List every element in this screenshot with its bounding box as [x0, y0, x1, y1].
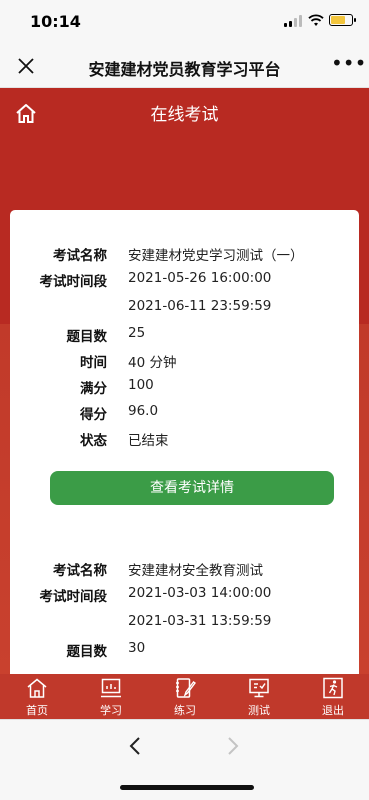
tab-label: 练习: [174, 704, 196, 717]
status-row: 状态 已结束: [10, 427, 359, 451]
field-label: 考试时间段: [39, 589, 108, 605]
field-value: 2021-03-31 13:59:59: [128, 613, 272, 629]
question-count-row: 题目数 30: [10, 638, 359, 662]
field-value: 100: [128, 377, 154, 393]
field-label: 得分: [80, 407, 107, 423]
field-label: 考试时间段: [39, 274, 108, 290]
more-icon[interactable]: •••: [331, 53, 366, 74]
tab-study[interactable]: 学习: [74, 674, 148, 719]
tab-test[interactable]: 测试: [222, 674, 296, 719]
field-label: 状态: [80, 433, 107, 449]
status-bar: 10:14: [0, 0, 369, 44]
notebook-pen-icon: [176, 678, 196, 698]
battery-icon: [329, 14, 356, 26]
exam-list: 考试名称 安建建材党史学习测试（一） 考试时间段 2021-05-26 16:0…: [10, 210, 359, 674]
bottom-tab-bar: 首页 学习 练习 测试 退出: [0, 674, 369, 719]
tab-exit[interactable]: 退出: [296, 674, 369, 719]
field-value: 2021-06-11 23:59:59: [128, 298, 272, 314]
close-icon[interactable]: [16, 56, 36, 76]
field-label: 时间: [80, 355, 107, 371]
field-value: 96.0: [128, 403, 159, 419]
duration-row: 时间 40 分钟: [10, 349, 359, 373]
field-label: 满分: [80, 381, 107, 397]
field-value: 40 分钟: [128, 355, 177, 371]
field-label: 题目数: [66, 329, 108, 345]
exam-period-end-row: 2021-03-31 13:59:59: [10, 611, 359, 635]
question-count-row: 题目数 25: [10, 323, 359, 347]
exam-period-row: 考试时间段 2021-03-03 14:00:00: [10, 583, 359, 607]
field-label: 考试名称: [53, 248, 107, 264]
field-value: 安建建材安全教育测试: [128, 563, 263, 579]
exam-period-end-row: 2021-06-11 23:59:59: [10, 296, 359, 320]
tab-label: 首页: [26, 704, 48, 717]
status-time: 10:14: [30, 12, 81, 31]
back-arrow-icon[interactable]: [128, 736, 142, 756]
field-value: 30: [128, 640, 146, 656]
field-label: 题目数: [66, 644, 108, 660]
field-value: 安建建材党史学习测试（一）: [128, 248, 304, 264]
exit-runner-icon: [323, 677, 343, 699]
field-label: 考试名称: [53, 563, 107, 579]
field-value: 2021-05-26 16:00:00: [128, 270, 272, 286]
tab-label: 学习: [100, 704, 122, 717]
field-value: 25: [128, 325, 146, 341]
full-score-row: 满分 100: [10, 375, 359, 399]
tab-label: 退出: [322, 704, 344, 717]
app-title: 安建建材党员教育学习平台: [88, 60, 281, 79]
field-value: 已结束: [128, 433, 169, 449]
page-title: 在线考试: [150, 105, 219, 125]
monitor-icon: [101, 678, 121, 698]
field-value: 2021-03-03 14:00:00: [128, 585, 272, 601]
home-indicator: [120, 785, 254, 790]
screen-check-icon: [249, 678, 269, 698]
forward-arrow-icon[interactable]: [226, 736, 240, 756]
house-icon: [27, 678, 47, 698]
signal-icon: [284, 15, 302, 27]
exam-name-row: 考试名称 安建建材党史学习测试（一）: [10, 242, 359, 266]
tab-practice[interactable]: 练习: [148, 674, 222, 719]
view-exam-details-button[interactable]: 查看考试详情: [50, 471, 334, 505]
wifi-icon: [308, 14, 324, 26]
tab-label: 测试: [248, 704, 270, 717]
score-row: 得分 96.0: [10, 401, 359, 425]
tab-home[interactable]: 首页: [0, 674, 74, 719]
wechat-nav-bar: 安建建材党员教育学习平台 •••: [0, 44, 369, 88]
exam-name-row: 考试名称 安建建材安全教育测试: [10, 557, 359, 581]
exam-period-row: 考试时间段 2021-05-26 16:00:00: [10, 268, 359, 292]
